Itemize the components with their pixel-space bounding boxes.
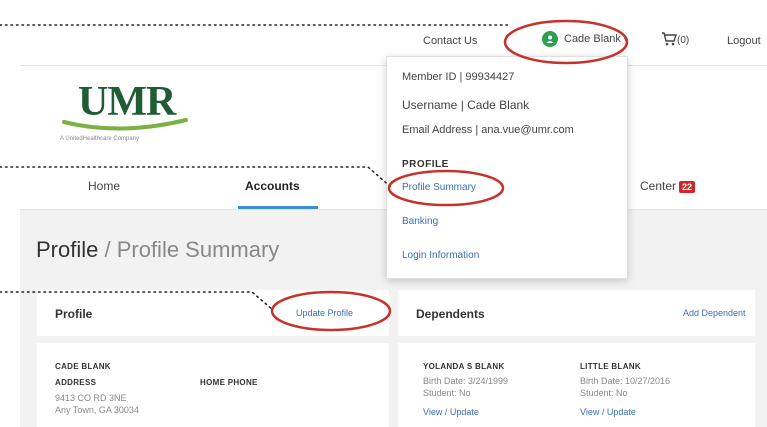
contact-us-link[interactable]: Contact Us [423, 35, 477, 47]
umr-logo[interactable]: UMR A UnitedHealthcare Company [60, 78, 190, 148]
view-update-link[interactable]: View / Update [580, 407, 636, 417]
nav-accounts[interactable]: Accounts [245, 179, 300, 193]
profile-card-header: Profile Update Profile [37, 290, 389, 336]
dependent-name: LITTLE BLANK [580, 362, 641, 371]
cart-count: (0) [677, 35, 690, 46]
profile-section-heading: PROFILE [402, 159, 449, 170]
banking-link[interactable]: Banking [402, 216, 438, 227]
profile-card-title: Profile [55, 307, 93, 321]
notification-badge: 22 [679, 181, 696, 193]
user-name: Cade Blank [564, 33, 621, 45]
address-line1: 9413 CO RD 3NE [55, 393, 127, 403]
page-title-separator: / [98, 237, 117, 262]
nav-center[interactable]: Center 22 [640, 179, 696, 193]
cart-icon [661, 32, 677, 49]
member-id: Member ID | 99934427 [402, 71, 515, 83]
page-title-main: Profile [36, 237, 99, 262]
dependent-student: Student: No [580, 388, 628, 398]
update-profile-link[interactable]: Update Profile [296, 308, 353, 318]
nav-center-label: Center [640, 179, 677, 193]
user-menu-button[interactable]: Cade Blank ▾ [542, 31, 628, 47]
home-phone-label: HOME PHONE [200, 378, 258, 387]
chevron-down-icon: ▾ [623, 34, 628, 44]
dependent-birth-date: Birth Date: 10/27/2016 [580, 376, 671, 386]
profile-summary-link[interactable]: Profile Summary [402, 182, 476, 193]
add-dependent-link[interactable]: Add Dependent [683, 308, 746, 318]
logo-swoosh [62, 118, 188, 131]
login-information-link[interactable]: Login Information [402, 250, 479, 261]
dependent-name: YOLANDA S BLANK [423, 362, 505, 371]
page-title: Profile / Profile Summary [36, 237, 279, 263]
page: Contact Us Cade Blank ▾ (0) Logout UMR A… [0, 0, 767, 427]
dependents-card-title: Dependents [416, 307, 485, 321]
address-line2: Any Town, GA 30034 [55, 405, 139, 415]
nav-home[interactable]: Home [88, 179, 120, 193]
page-title-sub: Profile Summary [116, 237, 280, 262]
email-address: Email Address | ana.vue@umr.com [402, 124, 574, 136]
address-label: ADDRESS [55, 378, 97, 387]
user-dropdown-menu: Member ID | 99934427 Username | Cade Bla… [386, 56, 628, 279]
dependents-card-body: YOLANDA S BLANK Birth Date: 3/24/1999 St… [398, 343, 755, 427]
user-avatar-icon [542, 31, 558, 47]
dependent-birth-date: Birth Date: 3/24/1999 [423, 376, 509, 386]
view-update-link[interactable]: View / Update [423, 407, 479, 417]
dependents-card-header: Dependents Add Dependent [398, 290, 755, 336]
nav-active-indicator [238, 206, 318, 209]
logo-tagline: A UnitedHealthcare Company [60, 136, 140, 142]
dependent-student: Student: No [423, 388, 471, 398]
logout-link[interactable]: Logout [727, 35, 761, 47]
profile-name: CADE BLANK [55, 362, 111, 371]
cart-button[interactable]: (0) [661, 32, 689, 49]
profile-card-body: CADE BLANK ADDRESS HOME PHONE 9413 CO RD… [37, 343, 389, 427]
username: Username | Cade Blank [402, 98, 530, 112]
